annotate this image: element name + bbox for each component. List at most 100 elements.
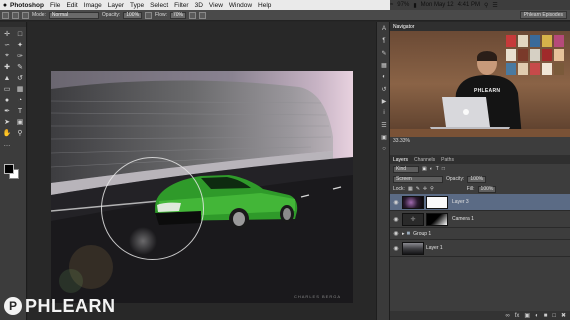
menu-image[interactable]: Image xyxy=(84,2,102,9)
layer-opacity-field[interactable]: 100% xyxy=(467,175,487,183)
visibility-eye-icon[interactable]: ◉ xyxy=(390,245,402,252)
lock-paint-icon[interactable]: ✎ xyxy=(416,186,420,192)
blend-mode-select[interactable]: Screen xyxy=(393,175,443,183)
menu-layer[interactable]: Layer xyxy=(108,2,124,9)
path-select-tool-icon[interactable]: ➤ xyxy=(1,117,13,127)
layer-style-icon[interactable]: fx xyxy=(515,313,520,319)
hand-tool-icon[interactable]: ✋ xyxy=(1,128,13,138)
layer-name[interactable]: Layer 3 xyxy=(452,199,469,205)
spotlight-icon[interactable]: ⚲ xyxy=(484,2,488,9)
actions-panel-icon[interactable]: ▶ xyxy=(378,96,390,106)
battery-icon[interactable]: ▮ xyxy=(413,2,416,9)
styles-panel-icon[interactable]: ▣ xyxy=(378,132,390,142)
brush-size-icon[interactable] xyxy=(12,11,19,19)
eyedropper-tool-icon[interactable]: ✑ xyxy=(14,51,26,61)
crop-tool-icon[interactable]: ⌖ xyxy=(1,51,13,61)
swatches-panel-icon[interactable]: ▦ xyxy=(378,60,390,70)
clock-date[interactable]: Mon May 12 xyxy=(421,2,454,8)
clock-time[interactable]: 4:41 PM xyxy=(458,2,480,8)
new-adjustment-icon[interactable]: ◐ xyxy=(535,313,539,319)
quick-select-tool-icon[interactable]: ✦ xyxy=(14,40,26,50)
new-group-icon[interactable]: ■ xyxy=(544,313,548,319)
adjustment-layer-icon[interactable]: ✛ xyxy=(402,212,424,226)
brush-tool-icon[interactable]: ✎ xyxy=(14,62,26,72)
layer-row[interactable]: ◉ Layer 1 xyxy=(390,240,570,257)
brush-preset-icon[interactable] xyxy=(2,11,9,19)
layer-mask-thumbnail[interactable] xyxy=(426,195,448,209)
menu-3d[interactable]: 3D xyxy=(195,2,203,9)
paragraph-panel-icon[interactable]: ¶ xyxy=(378,36,390,46)
layer-name[interactable]: Camera 1 xyxy=(452,216,474,222)
type-tool-icon[interactable]: T xyxy=(14,106,26,116)
lasso-tool-icon[interactable]: ∽ xyxy=(1,40,13,50)
layer-name[interactable]: Layer 1 xyxy=(426,245,443,251)
mode-select[interactable]: Normal xyxy=(48,11,99,19)
filter-adjustment-icon[interactable]: ◐ xyxy=(430,166,433,172)
lock-position-icon[interactable]: ✛ xyxy=(423,186,427,192)
apple-menu-icon[interactable]: ● xyxy=(0,2,10,9)
tab-channels[interactable]: Channels xyxy=(414,157,435,163)
visibility-eye-icon[interactable]: ◉ xyxy=(390,230,402,237)
adjustments-panel-icon[interactable]: ◐ xyxy=(378,72,390,82)
stamp-tool-icon[interactable]: ▲ xyxy=(1,73,13,83)
layer-fill-field[interactable]: 100% xyxy=(477,185,497,193)
menu-edit[interactable]: Edit xyxy=(66,2,77,9)
navigator-preview[interactable]: PHLEARN xyxy=(390,31,570,137)
move-tool-icon[interactable]: ✛ xyxy=(1,29,13,39)
menu-view[interactable]: View xyxy=(209,2,223,9)
visibility-eye-icon[interactable]: ◉ xyxy=(390,199,402,206)
history-brush-tool-icon[interactable]: ↺ xyxy=(14,73,26,83)
menu-app-name[interactable]: Photoshop xyxy=(10,2,44,9)
visibility-eye-icon[interactable]: ◉ xyxy=(390,216,402,223)
trash-icon[interactable]: ✖ xyxy=(561,312,566,319)
info-panel-icon[interactable]: i xyxy=(378,108,390,118)
menu-filter[interactable]: Filter xyxy=(174,2,188,9)
group-expand-chevron-icon[interactable]: ▸ xyxy=(402,231,405,237)
menu-help[interactable]: Help xyxy=(258,2,271,9)
brush-presets-icon[interactable]: ✎ xyxy=(378,48,390,58)
gradient-tool-icon[interactable]: ▦ xyxy=(14,84,26,94)
blur-tool-icon[interactable]: ● xyxy=(1,95,13,105)
navigator-zoom-value[interactable]: 33.33% xyxy=(393,138,410,144)
group-name[interactable]: Group 1 xyxy=(413,231,431,237)
document-canvas-area[interactable]: CHARLES BERGA xyxy=(28,22,376,320)
opacity-field[interactable]: 100% xyxy=(123,11,143,19)
filter-shape-icon[interactable]: □ xyxy=(442,166,445,172)
zoom-tool-icon[interactable]: ⚲ xyxy=(14,128,26,138)
notification-icon[interactable]: ☰ xyxy=(492,2,497,9)
history-panel-icon[interactable]: ↺ xyxy=(378,84,390,94)
menu-file[interactable]: File xyxy=(50,2,60,9)
eraser-tool-icon[interactable]: ▭ xyxy=(1,84,13,94)
lock-pixels-icon[interactable]: ▦ xyxy=(408,186,413,192)
tab-paths[interactable]: Paths xyxy=(441,157,454,163)
foreground-color-swatch[interactable] xyxy=(4,164,14,174)
character-panel-icon[interactable]: A xyxy=(378,24,390,34)
layer-row[interactable]: ◉ ✛ Camera 1 xyxy=(390,211,570,228)
menu-window[interactable]: Window xyxy=(229,2,252,9)
photo-canvas[interactable]: CHARLES BERGA xyxy=(51,71,353,303)
layer-row[interactable]: ◉ Layer 3 xyxy=(390,194,570,211)
shape-tool-icon[interactable]: ▣ xyxy=(14,117,26,127)
properties-panel-icon[interactable]: ☰ xyxy=(378,120,390,130)
pen-tool-icon[interactable]: ✒ xyxy=(1,106,13,116)
airbrush-icon[interactable] xyxy=(189,11,197,19)
wifi-icon[interactable]: ≈ xyxy=(390,2,393,8)
filter-type-icon[interactable]: T xyxy=(436,166,439,172)
brush-panel-icon[interactable] xyxy=(22,11,29,19)
pressure-opacity-icon[interactable] xyxy=(145,11,153,19)
clone-source-panel-icon[interactable]: ○ xyxy=(378,144,390,154)
layer-kind-select[interactable]: Kind xyxy=(393,165,419,173)
layer-thumbnail[interactable] xyxy=(402,241,424,255)
tab-navigator[interactable]: Navigator xyxy=(393,24,414,30)
marquee-tool-icon[interactable]: □ xyxy=(14,29,26,39)
flow-field[interactable]: 70% xyxy=(170,11,187,19)
workspace-switcher[interactable]: Phlearn Episodes xyxy=(519,11,567,19)
dodge-tool-icon[interactable]: ◔ xyxy=(14,95,26,105)
menu-select[interactable]: Select xyxy=(150,2,168,9)
more-tools-icon[interactable]: … xyxy=(1,139,13,149)
new-layer-icon[interactable]: □ xyxy=(552,313,556,319)
tab-layers[interactable]: Layers xyxy=(393,157,408,163)
lock-all-icon[interactable]: ⚲ xyxy=(430,186,434,192)
link-layers-icon[interactable]: ∞ xyxy=(505,313,509,319)
add-mask-icon[interactable]: ▣ xyxy=(524,312,530,319)
